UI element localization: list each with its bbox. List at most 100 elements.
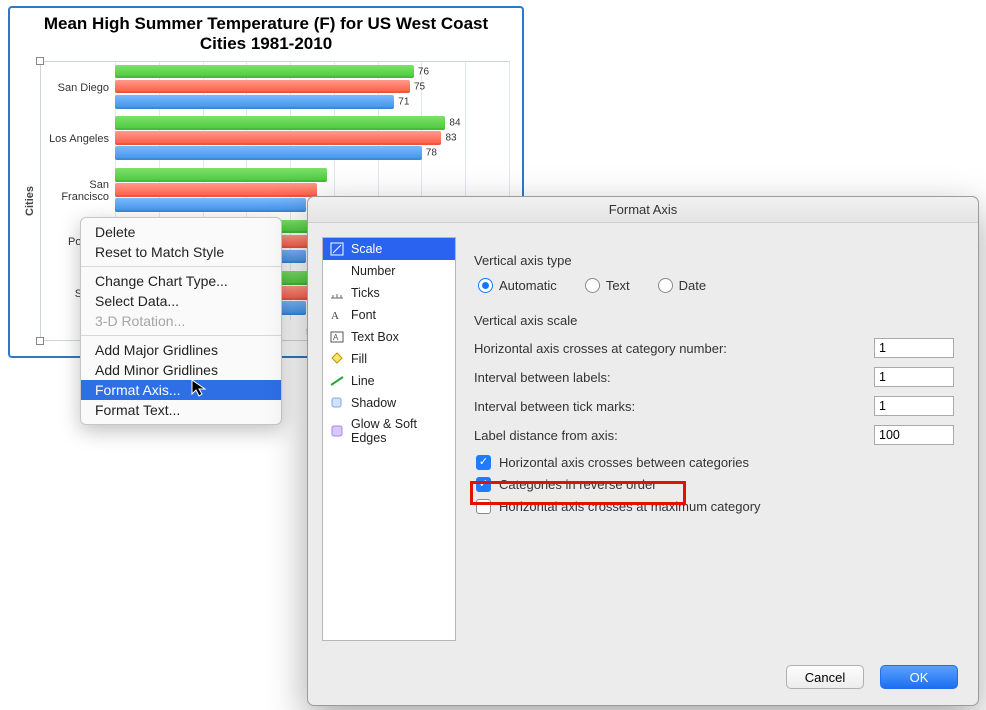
bar-value: 76 (418, 66, 429, 77)
bar[interactable] (115, 116, 445, 130)
sidebar-item-label: Ticks (351, 286, 380, 300)
label-interval-ticks: Interval between tick marks: (474, 399, 874, 414)
line-icon (329, 373, 345, 389)
radio-text[interactable]: Text (585, 278, 630, 293)
bar-value: 71 (398, 96, 409, 107)
menu-item[interactable]: Format Text... (81, 400, 281, 420)
scale-icon (329, 241, 345, 257)
text-box-icon: A (329, 329, 345, 345)
font-icon: A (329, 307, 345, 323)
sidebar-item[interactable]: Ticks (323, 282, 455, 304)
bar[interactable] (115, 95, 394, 109)
menu-item[interactable]: Add Major Gridlines (81, 340, 281, 360)
format-axis-dialog[interactable]: Format Axis Scale Number Ticks A Font A Text B… (307, 196, 979, 706)
fill-icon (329, 351, 345, 367)
vertical-axis-type-options: Automatic Text Date (474, 278, 954, 293)
sidebar-item-label: Scale (351, 242, 382, 256)
bar[interactable] (115, 168, 327, 182)
ok-button[interactable]: OK (880, 665, 958, 689)
category-label: Los Angeles (43, 133, 113, 145)
checkbox-icon[interactable] (476, 455, 491, 470)
number-icon (329, 263, 345, 279)
bar[interactable] (115, 131, 441, 145)
label-crosses-at-category: Horizontal axis crosses at category numb… (474, 341, 874, 356)
row-interval-ticks: Interval between tick marks: (474, 396, 954, 416)
dialog-title: Format Axis (308, 197, 978, 223)
menu-item[interactable]: Delete (81, 222, 281, 242)
bar[interactable] (115, 146, 422, 160)
vertical-axis-type-heading: Vertical axis type (474, 253, 954, 268)
sidebar-item[interactable]: Fill (323, 348, 455, 370)
checkbox-icon[interactable] (476, 477, 491, 492)
cancel-button[interactable]: Cancel (786, 665, 864, 689)
sidebar-item-label: Number (351, 264, 395, 278)
radio-dot-icon (478, 278, 493, 293)
check-crosses-between[interactable]: Horizontal axis crosses between categori… (474, 455, 954, 470)
sidebar-item[interactable]: Line (323, 370, 455, 392)
check-label: Horizontal axis crosses at maximum categ… (499, 499, 761, 514)
radio-date[interactable]: Date (658, 278, 706, 293)
label-interval-labels: Interval between labels: (474, 370, 874, 385)
label-label-distance: Label distance from axis: (474, 428, 874, 443)
row-interval-labels: Interval between labels: (474, 367, 954, 387)
check-reverse-order[interactable]: Categories in reverse order (474, 477, 954, 492)
bar[interactable] (115, 198, 306, 212)
y-axis-title: Cities (24, 186, 36, 216)
sidebar-item[interactable]: A Font (323, 304, 455, 326)
sidebar-item[interactable]: Scale (323, 238, 455, 260)
menu-item[interactable]: Reset to Match Style (81, 242, 281, 262)
category-row: Los Angeles 84 83 78 (41, 113, 509, 165)
bar-value: 83 (445, 133, 456, 144)
menu-item: 3-D Rotation... (81, 311, 281, 331)
row-label-distance: Label distance from axis: (474, 425, 954, 445)
sidebar-item[interactable]: Shadow (323, 392, 455, 414)
radio-label: Automatic (499, 278, 557, 293)
vertical-axis-scale-heading: Vertical axis scale (474, 313, 954, 328)
category-label: San Francisco (43, 179, 113, 203)
checkbox-icon[interactable] (476, 499, 491, 514)
bar[interactable] (115, 65, 414, 79)
sidebar-item-label: Glow & Soft Edges (351, 417, 449, 445)
radio-dot-icon (658, 278, 673, 293)
axis-selection-handle[interactable] (36, 337, 44, 345)
radio-label: Text (606, 278, 630, 293)
svg-text:A: A (333, 333, 339, 342)
radio-dot-icon (585, 278, 600, 293)
bar-value: 75 (414, 81, 425, 92)
svg-text:A: A (331, 310, 339, 322)
sidebar-item[interactable]: A Text Box (323, 326, 455, 348)
menu-item[interactable]: Select Data... (81, 291, 281, 311)
bar[interactable] (115, 183, 317, 197)
radio-automatic[interactable]: Automatic (478, 278, 557, 293)
category-label: San Diego (43, 82, 113, 94)
sidebar-item[interactable]: Glow & Soft Edges (323, 414, 455, 448)
sidebar-item-label: Shadow (351, 396, 396, 410)
glow-soft-edges-icon (329, 423, 345, 439)
sidebar-item-label: Font (351, 308, 376, 322)
check-label: Horizontal axis crosses between categori… (499, 455, 749, 470)
sidebar-item-label: Line (351, 374, 375, 388)
dialog-sidebar[interactable]: Scale Number Ticks A Font A Text Box Fill Line Sh… (322, 237, 456, 641)
axis-context-menu[interactable]: DeleteReset to Match Style Change Chart T… (80, 217, 282, 425)
input-interval-ticks[interactable] (874, 396, 954, 416)
menu-item[interactable]: Format Axis... (81, 380, 281, 400)
chart-title: Mean High Summer Temperature (F) for US … (10, 8, 522, 57)
bar[interactable] (115, 80, 410, 94)
bar-value: 78 (426, 148, 437, 159)
dialog-content: Vertical axis type Automatic Text Date Ver… (456, 223, 978, 655)
menu-item[interactable]: Add Minor Gridlines (81, 360, 281, 380)
check-crosses-at-max[interactable]: Horizontal axis crosses at maximum categ… (474, 499, 954, 514)
check-label: Categories in reverse order (499, 477, 657, 492)
radio-label: Date (679, 278, 706, 293)
row-crosses-at-category: Horizontal axis crosses at category numb… (474, 338, 954, 358)
shadow-icon (329, 395, 345, 411)
ticks-icon (329, 285, 345, 301)
category-row: San Diego 76 75 71 (41, 62, 509, 114)
bar-value: 84 (449, 118, 460, 129)
input-label-distance[interactable] (874, 425, 954, 445)
menu-item[interactable]: Change Chart Type... (81, 271, 281, 291)
sidebar-item-label: Text Box (351, 330, 399, 344)
input-interval-labels[interactable] (874, 367, 954, 387)
input-crosses-at-category[interactable] (874, 338, 954, 358)
sidebar-item[interactable]: Number (323, 260, 455, 282)
